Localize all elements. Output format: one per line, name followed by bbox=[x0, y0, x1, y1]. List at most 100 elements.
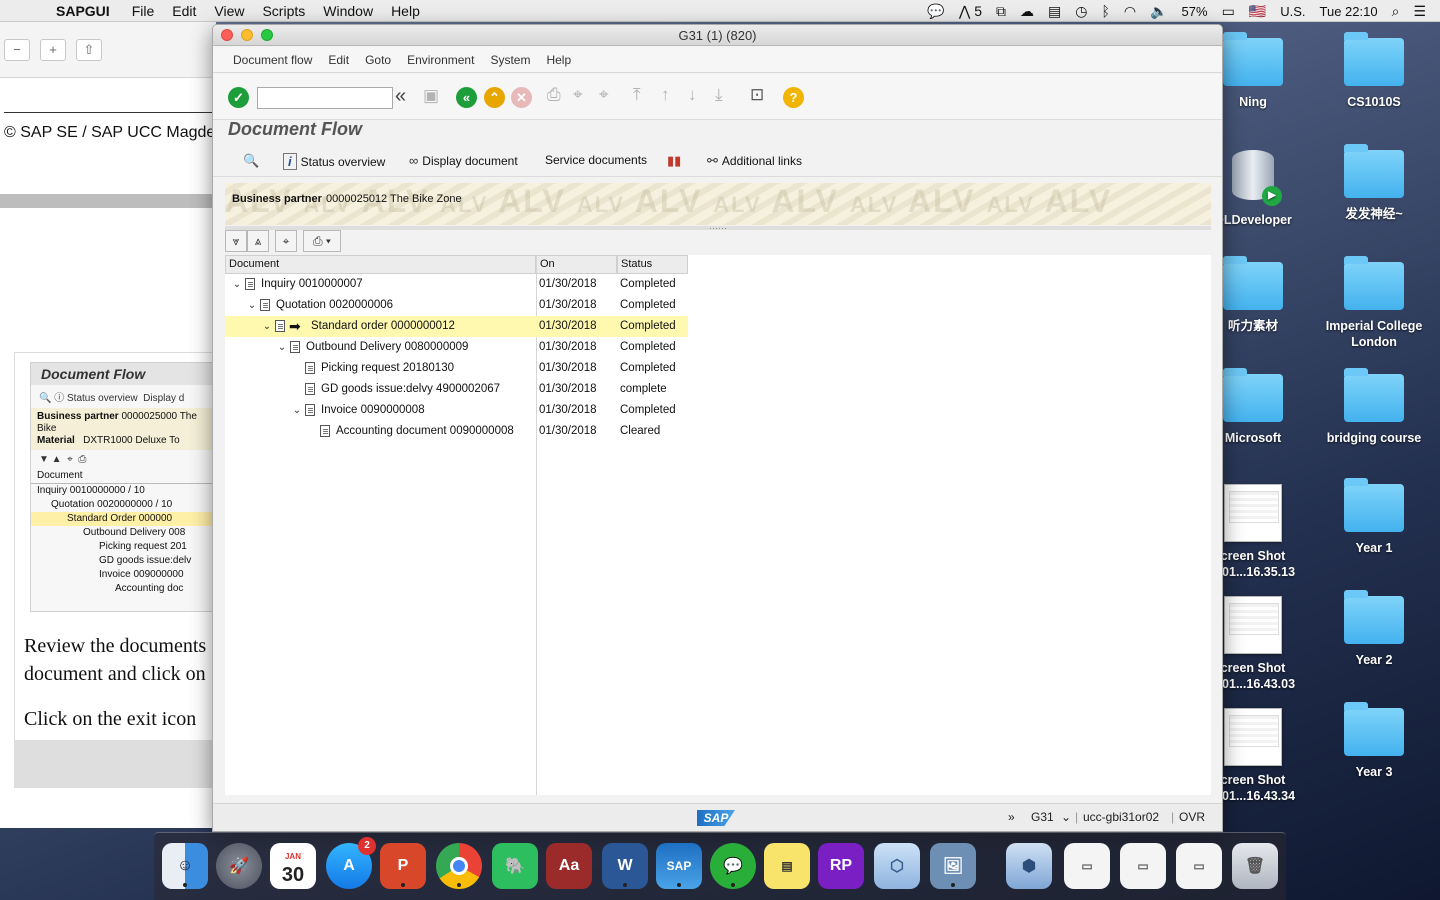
menu-edit[interactable]: Edit bbox=[328, 53, 349, 67]
service-documents-button[interactable]: Service documents bbox=[545, 153, 647, 167]
menu-document-flow[interactable]: Document flow bbox=[233, 53, 312, 67]
zoom-out-icon[interactable]: − bbox=[4, 38, 30, 61]
virtualbox-icon[interactable]: ⬡ bbox=[874, 843, 920, 889]
table-row[interactable]: ⌄ Quotation 0020000006 01/30/2018 Completed bbox=[225, 295, 688, 316]
zoom-window-button[interactable] bbox=[261, 29, 273, 41]
menu-help[interactable]: Help bbox=[391, 3, 420, 19]
dictionary-icon[interactable]: Aa bbox=[546, 843, 592, 889]
wifi-icon[interactable]: ◠ bbox=[1124, 3, 1136, 20]
desktop-icon-col2-2[interactable]: Imperial College London bbox=[1319, 256, 1429, 350]
wechat-icon[interactable]: 💬 bbox=[710, 843, 756, 889]
desktop-icon-col2-6[interactable]: Year 3 bbox=[1319, 702, 1429, 780]
table-row[interactable]: ⌄ ➡ Standard order 0000000012 01/30/2018 Com… bbox=[225, 316, 688, 337]
launchpad-icon[interactable]: 🚀 bbox=[216, 843, 262, 889]
print-dropdown-icon[interactable]: ⎙ ▾ bbox=[303, 230, 341, 252]
expand-toggle-icon[interactable]: ⌄ bbox=[231, 274, 243, 295]
next-page-icon[interactable]: ↓ bbox=[688, 85, 697, 105]
system-id[interactable]: G31 bbox=[1031, 810, 1054, 824]
input-source[interactable]: U.S. bbox=[1280, 4, 1305, 19]
create-session-icon[interactable]: ⊡ bbox=[750, 85, 764, 105]
table-row[interactable]: GD goods issue:delvy 4900002067 01/30/201… bbox=[225, 379, 688, 400]
drive-tray-icon[interactable]: ▤ bbox=[1048, 3, 1061, 20]
enter-checkmark-icon[interactable]: ✓ bbox=[228, 87, 249, 108]
status-overview-button[interactable]: i Status overview bbox=[283, 153, 385, 170]
window-thumbnail-icon[interactable]: ▭ bbox=[1176, 843, 1222, 889]
menu-system[interactable]: System bbox=[490, 53, 530, 67]
previous-page-icon[interactable]: ↑ bbox=[661, 85, 670, 105]
battery-icon[interactable]: ▭ bbox=[1222, 3, 1235, 20]
cloud-upload-icon[interactable]: ☁ bbox=[1020, 3, 1034, 20]
adobe-tray-icon[interactable]: ⋀ 5 bbox=[959, 3, 982, 20]
menu-help[interactable]: Help bbox=[546, 53, 571, 67]
window-thumbnail-icon[interactable]: ▭ bbox=[1064, 843, 1110, 889]
time-machine-icon[interactable]: ◷ bbox=[1075, 3, 1087, 20]
find-binoculars-icon[interactable]: ⌖ bbox=[275, 230, 297, 252]
exit-icon[interactable]: ⌃ bbox=[484, 87, 505, 108]
additional-links-button[interactable]: ⚯ Additional links bbox=[707, 153, 802, 169]
print-icon[interactable]: ⎙ bbox=[547, 85, 561, 105]
stickies-icon[interactable]: ▤ bbox=[764, 843, 810, 889]
table-row[interactable]: ⌄ Outbound Delivery 0080000009 01/30/2018 C… bbox=[225, 337, 688, 358]
minimize-window-button[interactable] bbox=[241, 29, 253, 41]
wechat-tray-icon[interactable]: 💬 bbox=[927, 3, 944, 20]
chart-button[interactable]: ▮▮ bbox=[667, 153, 681, 169]
chrome-icon[interactable] bbox=[436, 843, 482, 889]
desktop-icon-col2-3[interactable]: bridging course bbox=[1319, 368, 1429, 446]
finder-icon[interactable]: ☺ bbox=[162, 843, 208, 889]
menu-view[interactable]: View bbox=[214, 3, 244, 19]
back-icon[interactable]: « bbox=[456, 87, 477, 108]
desktop-icon-col2-5[interactable]: Year 2 bbox=[1319, 590, 1429, 668]
close-window-button[interactable] bbox=[221, 29, 233, 41]
screens-tray-icon[interactable]: ⧉ bbox=[996, 3, 1006, 20]
powerpoint-icon[interactable]: P bbox=[380, 843, 426, 889]
system-dropdown-icon[interactable]: ⌄ bbox=[1061, 810, 1071, 824]
expand-toggle-icon[interactable]: ⌄ bbox=[261, 316, 273, 337]
window-titlebar[interactable]: G31 (1) (820) bbox=[213, 25, 1222, 46]
command-field[interactable] bbox=[257, 87, 393, 109]
spotlight-search-icon[interactable]: ⌕ bbox=[1392, 3, 1400, 20]
notification-center-icon[interactable]: ☰ bbox=[1413, 3, 1426, 20]
window-thumbnail-icon[interactable]: ▭ bbox=[1120, 843, 1166, 889]
bluetooth-icon[interactable]: ᛒ bbox=[1101, 3, 1109, 19]
calendar-icon[interactable]: JAN 30 bbox=[270, 843, 316, 889]
expand-toggle-icon[interactable]: ⌄ bbox=[291, 400, 303, 421]
cube-app-icon[interactable]: ⬢ bbox=[1006, 843, 1052, 889]
collapse-command-field-icon[interactable]: « bbox=[395, 85, 406, 108]
column-header-on[interactable]: On bbox=[536, 255, 617, 274]
last-page-icon[interactable]: ⤓ bbox=[715, 85, 723, 105]
menu-goto[interactable]: Goto bbox=[365, 53, 391, 67]
menu-clock[interactable]: Tue 22:10 bbox=[1320, 4, 1378, 19]
menu-scripts[interactable]: Scripts bbox=[262, 3, 305, 19]
table-row[interactable]: Accounting document 0090000008 01/30/2018… bbox=[225, 421, 688, 442]
find-next-icon[interactable]: ⌖ bbox=[599, 85, 609, 105]
help-icon[interactable]: ? bbox=[783, 87, 804, 108]
menu-window[interactable]: Window bbox=[323, 3, 373, 19]
rp-app-icon[interactable]: RP bbox=[818, 843, 864, 889]
us-flag-icon[interactable]: 🇺🇸 bbox=[1249, 3, 1266, 20]
trash-icon[interactable]: 🗑 bbox=[1232, 843, 1278, 889]
display-document-button[interactable]: ∞ Display document bbox=[409, 153, 518, 168]
find-icon[interactable]: ⌖ bbox=[573, 85, 583, 105]
expand-all-icon[interactable]: ⩔ bbox=[225, 230, 247, 252]
menu-app-name[interactable]: SAPGUI bbox=[56, 3, 110, 19]
save-icon[interactable]: ▣ bbox=[423, 86, 439, 106]
table-row[interactable]: ⌄ Inquiry 0010000007 01/30/2018 Completed bbox=[225, 274, 688, 295]
column-header-status[interactable]: Status bbox=[617, 255, 688, 274]
table-row[interactable]: ⌄ Invoice 0090000008 01/30/2018 Completed bbox=[225, 400, 688, 421]
word-icon[interactable]: W bbox=[602, 843, 648, 889]
battery-percent[interactable]: 57% bbox=[1182, 4, 1208, 19]
expand-toggle-icon[interactable]: ⌄ bbox=[276, 337, 288, 358]
preview-icon[interactable]: 🖼 bbox=[930, 843, 976, 889]
sap-gui-dock-icon[interactable]: SAP bbox=[656, 843, 702, 889]
app-store-icon[interactable]: A2 bbox=[326, 837, 376, 889]
status-expand-arrows[interactable]: » bbox=[1008, 810, 1015, 824]
first-page-icon[interactable]: ⤒ bbox=[633, 85, 641, 105]
desktop-icon-col2-4[interactable]: Year 1 bbox=[1319, 478, 1429, 556]
zoom-in-icon[interactable]: + bbox=[40, 38, 66, 61]
expand-toggle-icon[interactable]: ⌄ bbox=[246, 295, 258, 316]
desktop-icon-col2-0[interactable]: CS1010S bbox=[1319, 32, 1429, 110]
menu-environment[interactable]: Environment bbox=[407, 53, 474, 67]
table-row[interactable]: Picking request 20180130 01/30/2018 Comple… bbox=[225, 358, 688, 379]
menu-file[interactable]: File bbox=[132, 3, 155, 19]
share-icon[interactable]: ⇧ bbox=[76, 38, 102, 61]
